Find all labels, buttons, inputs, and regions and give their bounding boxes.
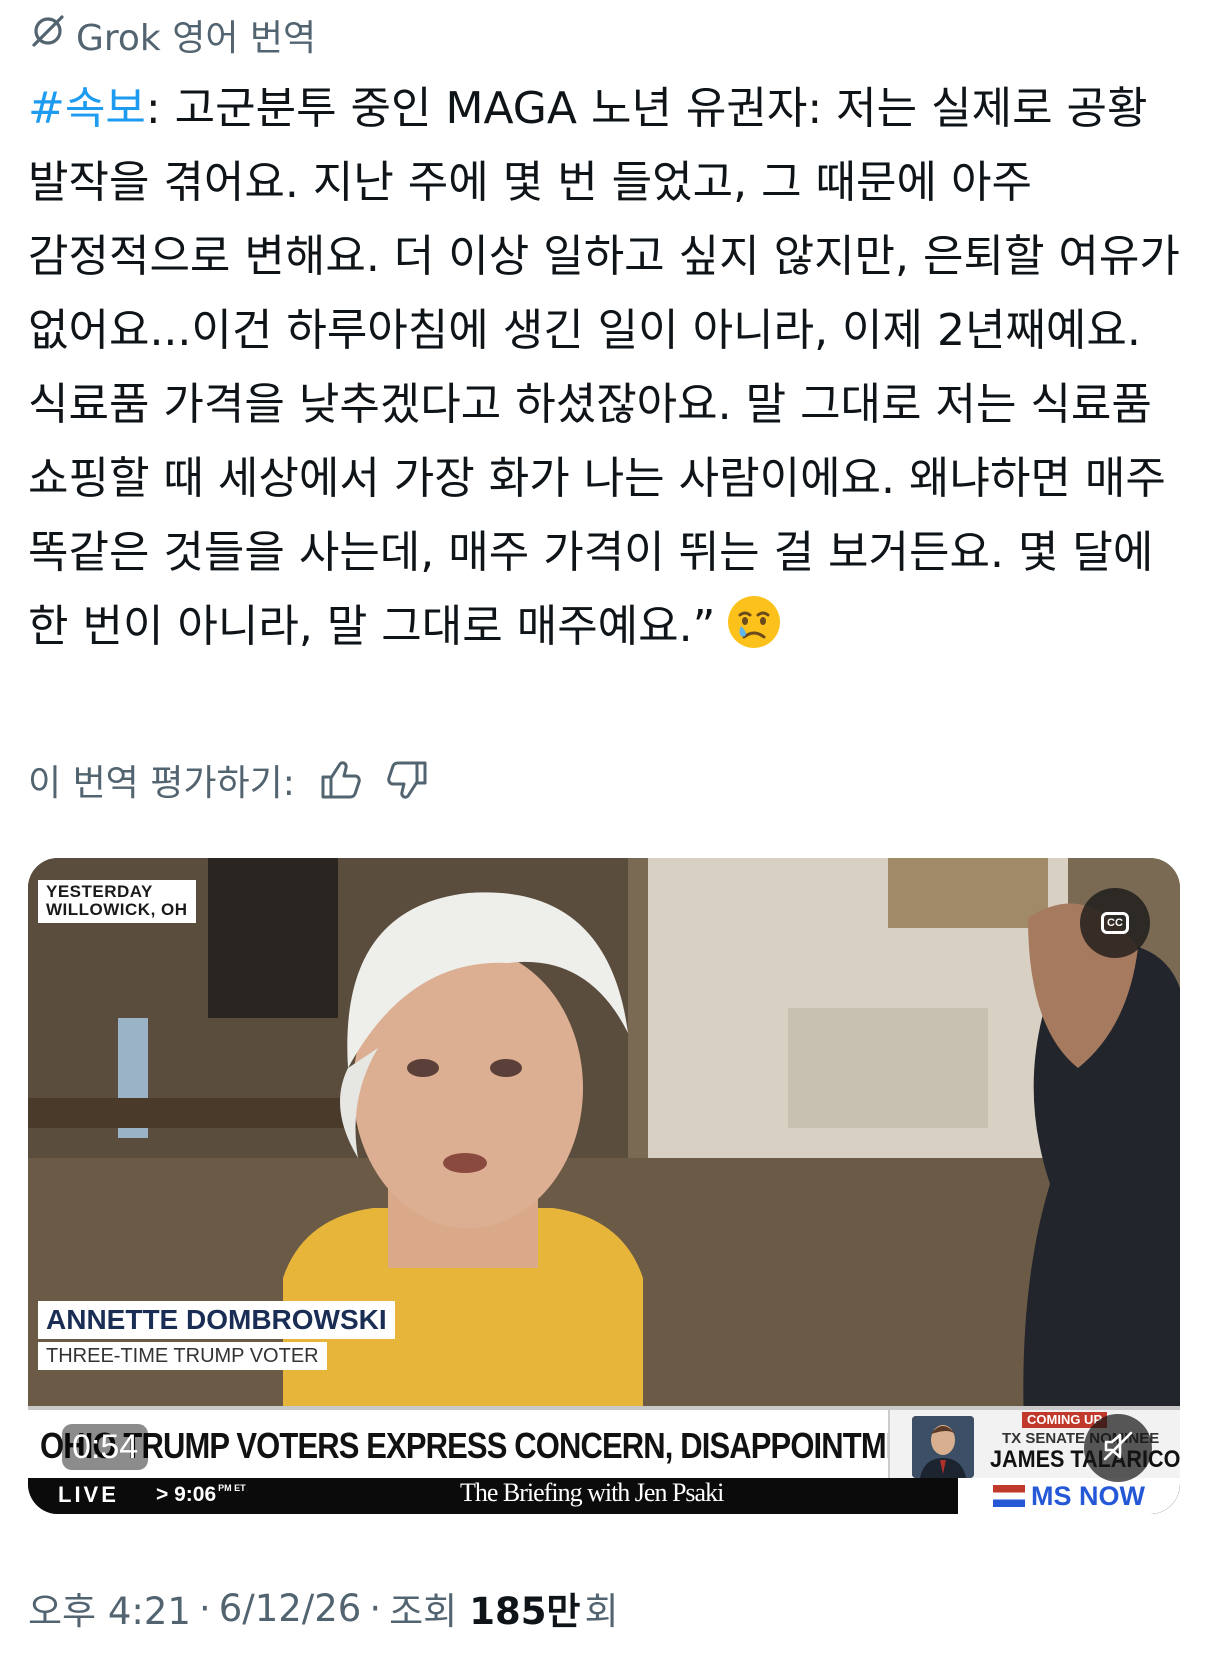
post-meta: 오후 4:21 · 6/12/26 · 조회 185만 회 xyxy=(28,1580,619,1636)
thumbs-up-icon[interactable] xyxy=(317,757,363,803)
speaker-name: ANNETTE DOMBROWSKI xyxy=(38,1301,395,1339)
speaker-title: THREE-TIME TRUMP VOTER xyxy=(38,1342,327,1370)
translation-label: Grok 영어 번역 xyxy=(76,18,317,59)
location-badge: YESTERDAY WILLOWICK, OH xyxy=(38,880,196,923)
live-label: LIVE xyxy=(58,1482,119,1507)
speaker-muted-icon xyxy=(1101,1429,1135,1467)
show-name: The Briefing with Jen Psaki xyxy=(460,1478,724,1507)
location-line-2: WILLOWICK, OH xyxy=(46,900,188,919)
post-date[interactable]: 6/12/26 xyxy=(219,1587,362,1630)
post-time[interactable]: 오후 4:21 xyxy=(28,1581,191,1635)
meta-separator: · xyxy=(198,1586,211,1630)
news-ticker: OHIO TRUMP VOTERS EXPRESS CONCERN, DISAP… xyxy=(28,1406,1180,1478)
rate-translation-label: 이 번역 평가하기: xyxy=(28,763,295,804)
post-body: : 고군분투 중인 MAGA 노년 유권자: 저는 실제로 공황 발작을 겪어요… xyxy=(28,83,1194,652)
meta-separator: · xyxy=(369,1586,382,1630)
closed-captions-button[interactable]: CC xyxy=(1080,888,1150,958)
grok-icon xyxy=(28,11,68,60)
clock-suffix: PM ET xyxy=(218,1483,246,1493)
views-prefix: 조회 xyxy=(389,1590,458,1633)
nominee-avatar xyxy=(912,1416,974,1478)
clock-time: > 9:06 xyxy=(156,1483,217,1506)
elapsed-time: 0:54 xyxy=(62,1424,149,1470)
translation-header: Grok 영어 번역 xyxy=(28,10,316,60)
flag-icon xyxy=(993,1485,1025,1507)
views-count[interactable]: 185만 xyxy=(469,1581,580,1635)
rate-translation-row: 이 번역 평가하기: xyxy=(28,750,431,810)
location-line-1: YESTERDAY xyxy=(46,882,153,901)
crying-face-emoji xyxy=(725,593,783,651)
network-name: MS NOW xyxy=(1031,1480,1145,1511)
post-text: #속보: 고군분투 중인 MAGA 노년 유권자: 저는 실제로 공황 발작을 … xyxy=(28,72,1188,664)
hashtag-link[interactable]: #속보 xyxy=(28,83,146,134)
video-player[interactable]: YESTERDAY WILLOWICK, OH CC ANNETTE DOMBR… xyxy=(28,858,1180,1514)
lower-third: ANNETTE DOMBROWSKI THREE-TIME TRUMP VOTE… xyxy=(38,1301,395,1370)
broadcast-bar: LIVE > 9:06 PM ET The Briefing with Jen P… xyxy=(28,1478,1180,1514)
mute-button[interactable] xyxy=(1084,1414,1152,1482)
network-logo: MS NOW xyxy=(958,1478,1180,1514)
views-suffix: 회 xyxy=(584,1590,619,1633)
broadcast-clock: > 9:06 PM ET xyxy=(156,1483,246,1507)
thumbs-down-icon[interactable] xyxy=(385,757,431,803)
cc-icon: CC xyxy=(1101,912,1129,934)
